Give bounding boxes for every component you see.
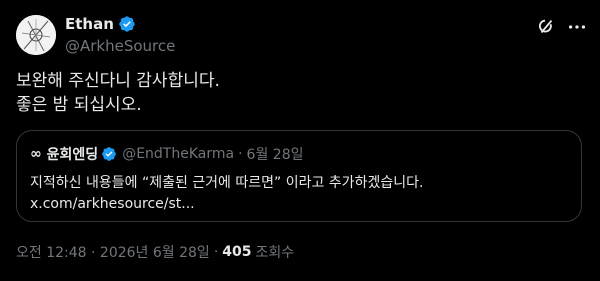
more-options-icon: [568, 25, 586, 29]
quoted-author-emoji: ∞: [30, 146, 42, 162]
quoted-author-display-name[interactable]: 윤회엔딩: [47, 144, 99, 164]
verified-badge-icon: [119, 16, 135, 32]
tweet-meta: 오전 12:48 · 2026년 6월 28일 · 405 조회수: [16, 242, 294, 262]
grok-icon: [539, 19, 553, 34]
separator-dot: ·: [238, 146, 243, 162]
verified-badge-icon: [102, 147, 117, 161]
tweet-timestamp[interactable]: 오전 12:48 · 2026년 6월 28일: [16, 242, 210, 262]
grok-button[interactable]: [535, 16, 557, 38]
views-count: 405: [222, 244, 252, 260]
more-options-button[interactable]: [566, 16, 588, 38]
author-handle[interactable]: @ArkheSource: [65, 37, 175, 55]
avatar[interactable]: [16, 15, 56, 55]
quoted-date[interactable]: 6월 28일: [247, 144, 304, 164]
author-name-row: Ethan: [65, 15, 136, 33]
avatar-image: [16, 15, 56, 55]
separator-dot: ·: [213, 244, 219, 260]
quoted-tweet-header: ∞ 윤회엔딩 @EndTheKarma · 6월 28일: [30, 144, 303, 164]
quoted-author-handle[interactable]: @EndTheKarma: [122, 146, 234, 162]
tweet-text: 보완해 주신다니 감사합니다. 좋은 밤 되십시오.: [16, 71, 220, 115]
quoted-tweet[interactable]: ∞ 윤회엔딩 @EndTheKarma · 6월 28일 지적하신 내용들에 “…: [16, 130, 582, 222]
views-label: 조회수: [255, 245, 295, 261]
quoted-tweet-text: 지적하신 내용들에 “제출된 근거에 따르면” 이라고 추가하겠습니다. x.c…: [30, 175, 424, 212]
author-display-name[interactable]: Ethan: [65, 15, 114, 33]
